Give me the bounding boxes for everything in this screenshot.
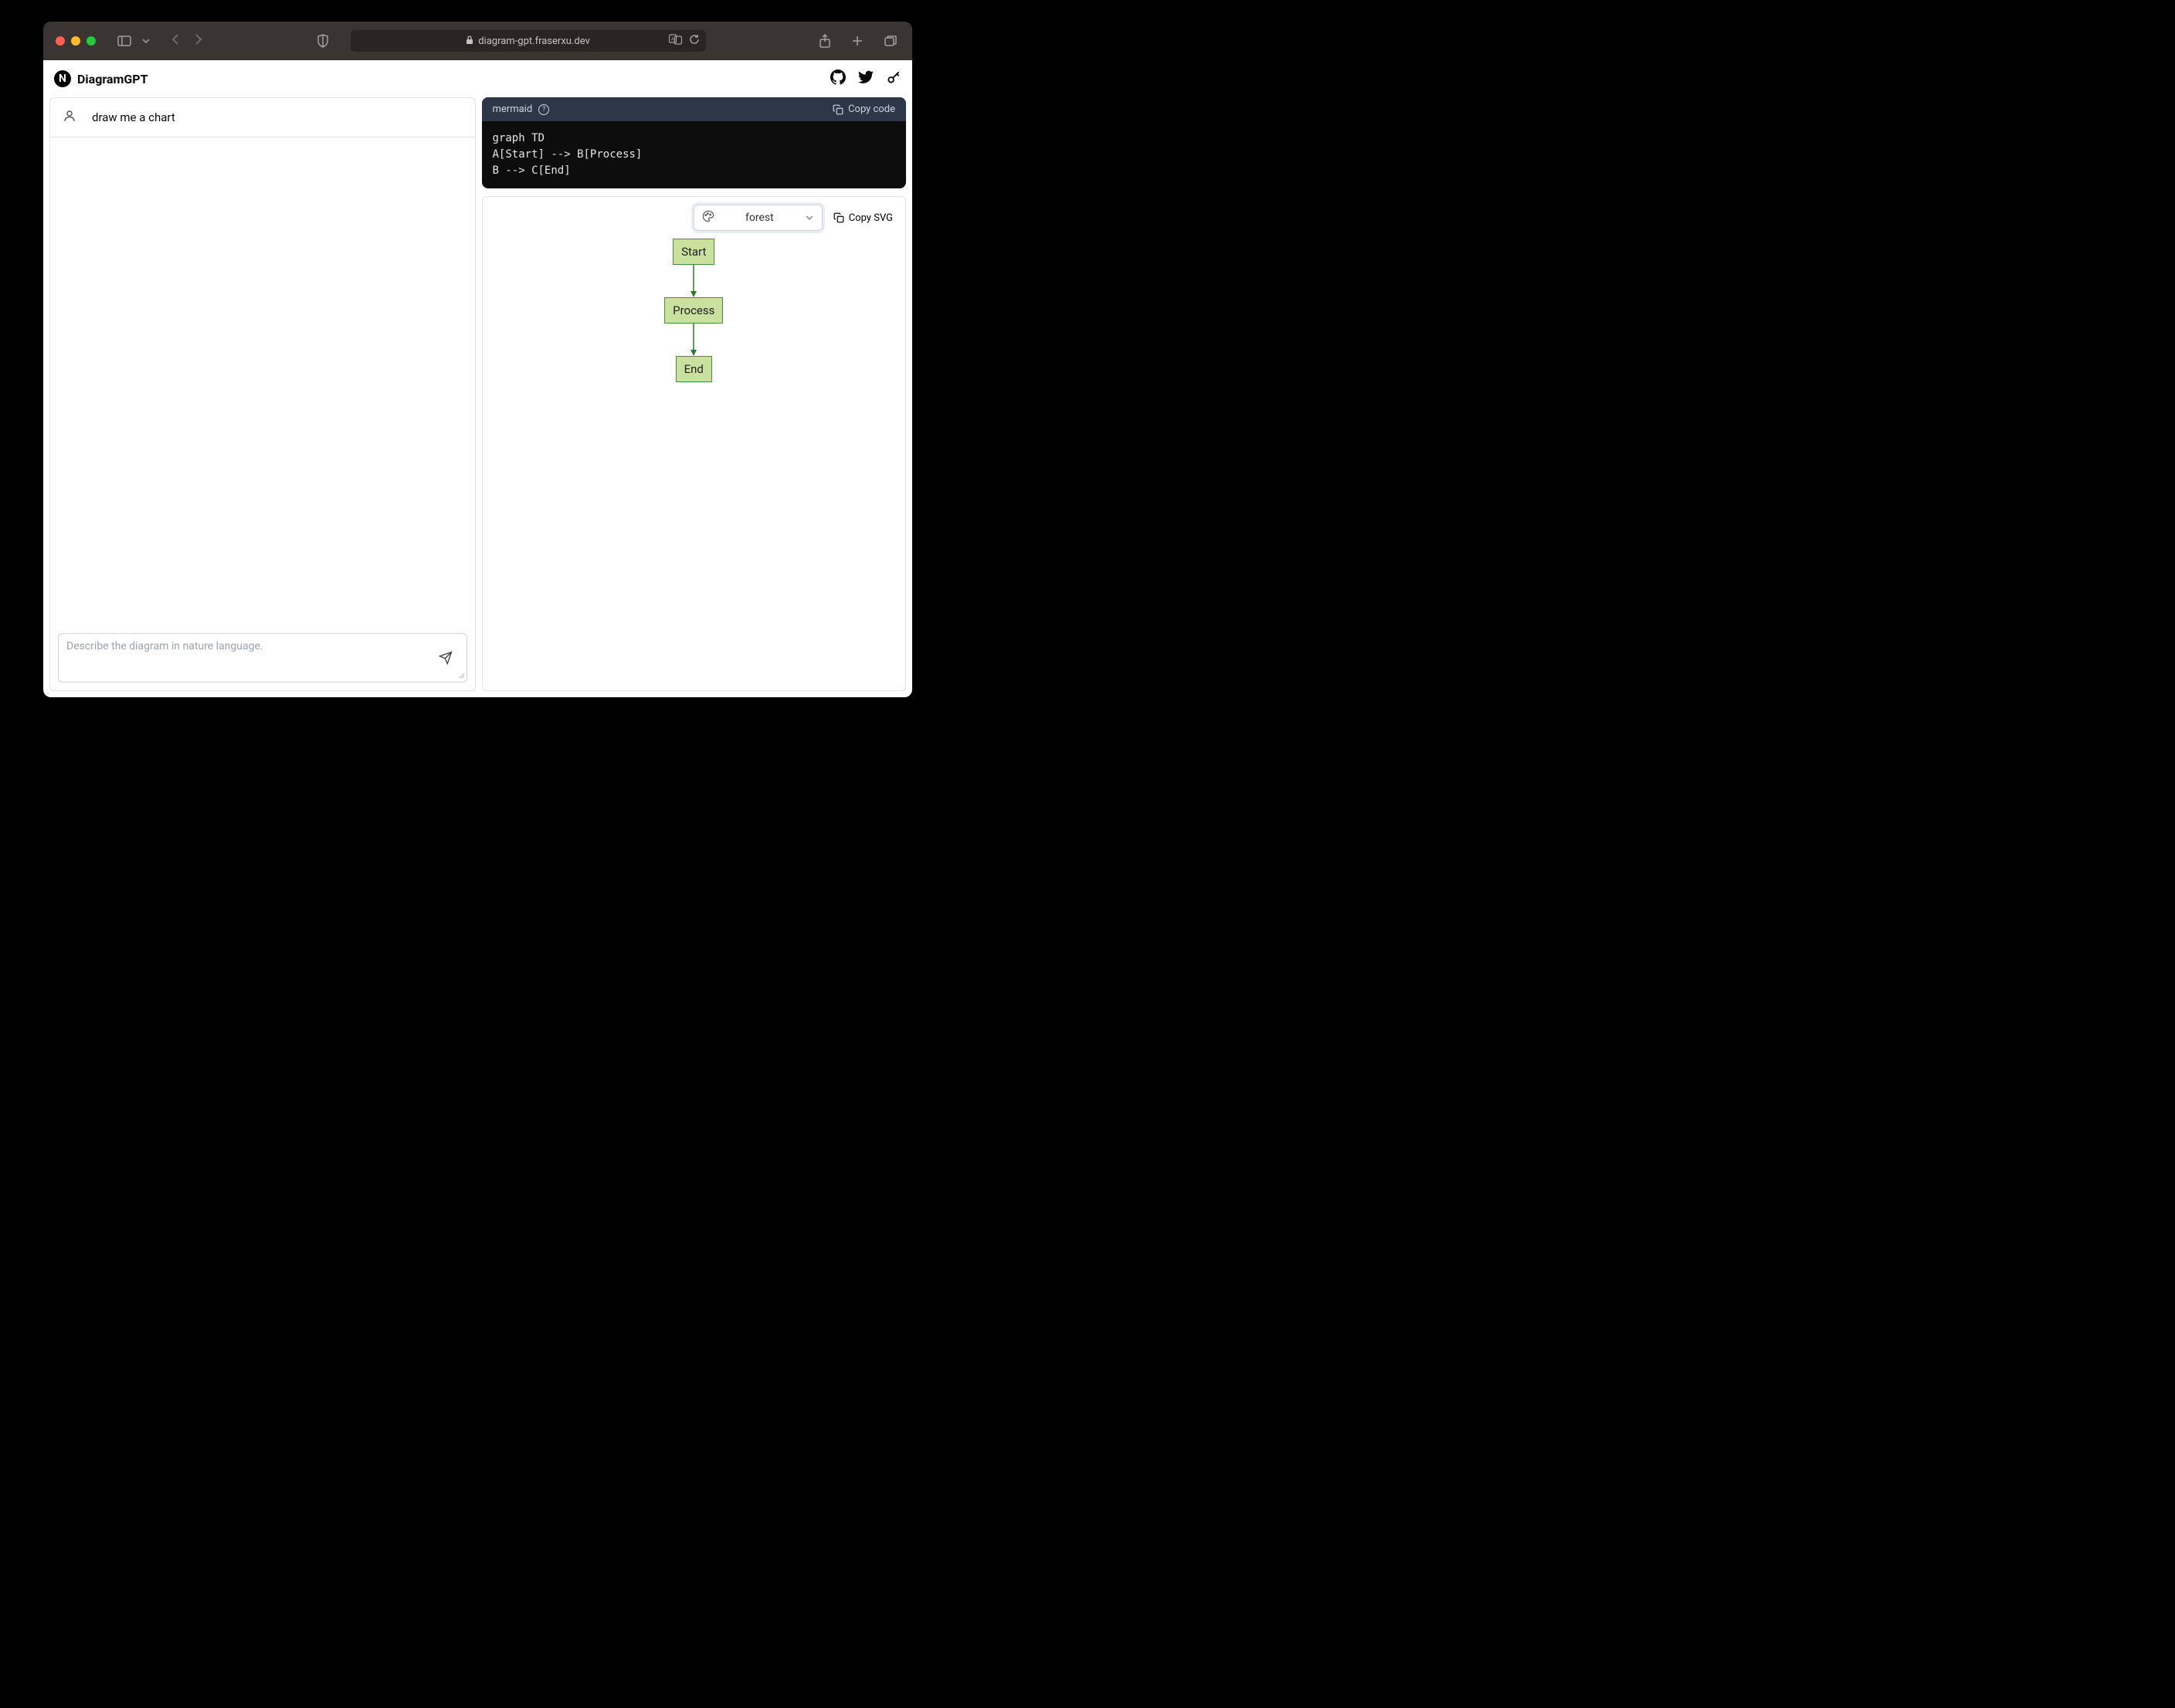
code-block: mermaid ? Copy code graph TD A[Start] --… — [482, 97, 907, 188]
app-logo: N — [54, 70, 71, 87]
back-button[interactable] — [171, 33, 179, 49]
page-content: N DiagramGPT d — [43, 60, 912, 697]
share-icon[interactable] — [816, 31, 833, 51]
palette-icon — [702, 210, 714, 225]
copy-code-button[interactable]: Copy code — [833, 103, 895, 115]
tab-dropdown-icon[interactable] — [139, 36, 153, 46]
chat-panel: draw me a chart — [49, 97, 476, 691]
main-panels: draw me a chart — [43, 97, 912, 697]
diagram-canvas: Start Process End — [490, 231, 898, 683]
diagram-panel: forest Copy SVG Start — [482, 196, 907, 691]
flow-node-process[interactable]: Process — [664, 297, 723, 324]
url-text: diagram-gpt.fraserxu.dev — [478, 36, 590, 47]
new-tab-icon[interactable] — [849, 32, 866, 49]
user-avatar-icon — [63, 109, 76, 126]
send-button[interactable] — [439, 651, 453, 668]
chat-input-container — [58, 633, 467, 683]
close-window-button[interactable] — [56, 36, 65, 46]
address-bar[interactable]: diagram-gpt.fraserxu.dev A — [351, 30, 706, 52]
svg-text:A: A — [671, 37, 674, 42]
help-icon[interactable]: ? — [538, 104, 549, 115]
flow-arrow — [689, 265, 698, 297]
github-icon[interactable] — [830, 69, 846, 88]
copy-code-label: Copy code — [848, 103, 895, 115]
copy-svg-button[interactable]: Copy SVG — [829, 209, 897, 227]
code-header: mermaid ? Copy code — [482, 97, 907, 121]
forward-button[interactable] — [195, 33, 202, 49]
window-controls — [56, 36, 96, 46]
chevron-down-icon — [805, 212, 814, 224]
flow-arrow — [689, 324, 698, 356]
lock-icon — [466, 36, 473, 47]
chat-message: draw me a chart — [50, 98, 475, 137]
app-title: DiagramGPT — [77, 72, 148, 86]
tabs-overview-icon[interactable] — [881, 32, 900, 49]
code-language-label: mermaid — [493, 103, 533, 115]
resize-handle[interactable] — [459, 673, 465, 680]
shield-icon[interactable] — [314, 31, 332, 51]
flow-node-start[interactable]: Start — [673, 239, 714, 265]
copy-icon — [833, 104, 843, 115]
twitter-icon[interactable] — [858, 70, 874, 87]
copy-icon — [833, 212, 844, 223]
chat-message-text: draw me a chart — [92, 110, 175, 124]
theme-label: forest — [745, 212, 774, 224]
translate-icon[interactable]: A — [669, 34, 683, 48]
browser-titlebar: diagram-gpt.fraserxu.dev A — [43, 22, 912, 60]
diagram-toolbar: forest Copy SVG — [490, 205, 898, 231]
maximize-window-button[interactable] — [87, 36, 96, 46]
reload-icon[interactable] — [689, 34, 700, 48]
code-content[interactable]: graph TD A[Start] --> B[Process] B --> C… — [482, 121, 907, 188]
app-header: N DiagramGPT — [43, 60, 912, 97]
sidebar-toggle-icon[interactable] — [114, 32, 134, 49]
flow-node-end[interactable]: End — [676, 356, 712, 382]
chat-input[interactable] — [66, 640, 459, 671]
output-panel: mermaid ? Copy code graph TD A[Start] --… — [482, 97, 907, 691]
copy-svg-label: Copy SVG — [849, 212, 893, 224]
key-icon[interactable] — [886, 69, 901, 88]
minimize-window-button[interactable] — [71, 36, 80, 46]
browser-window: diagram-gpt.fraserxu.dev A — [43, 22, 912, 697]
theme-selector[interactable]: forest — [694, 205, 823, 231]
